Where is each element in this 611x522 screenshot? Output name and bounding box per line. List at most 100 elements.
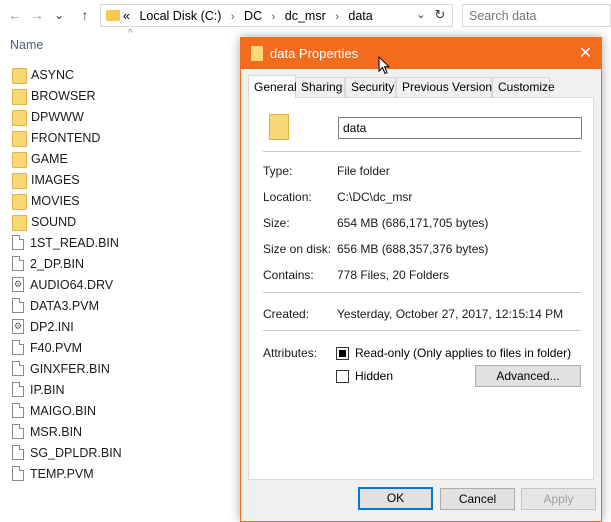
file-name: IMAGES <box>31 172 80 187</box>
file-list-item[interactable]: F40.PVM <box>12 337 242 358</box>
general-tab-page: Type: File folder Location: C:\DC\dc_msr… <box>248 97 594 480</box>
size-value: 654 MB (686,171,705 bytes) <box>337 216 489 230</box>
file-list-item[interactable]: MSR.BIN <box>12 421 242 442</box>
cancel-button[interactable]: Cancel <box>440 488 515 510</box>
refresh-icon[interactable]: ↻ <box>432 7 448 23</box>
location-value: C:\DC\dc_msr <box>337 190 413 204</box>
close-icon[interactable]: ✕ <box>570 38 601 69</box>
file-list-item[interactable]: 1ST_READ.BIN <box>12 232 242 253</box>
created-label: Created: <box>263 307 310 321</box>
search-input[interactable] <box>463 5 610 26</box>
readonly-checkbox[interactable] <box>336 347 349 360</box>
apply-button[interactable]: Apply <box>521 488 596 510</box>
contains-label: Contains: <box>263 268 314 282</box>
file-list-item[interactable]: IP.BIN <box>12 379 242 400</box>
type-label: Type: <box>263 164 293 178</box>
up-arrow-icon[interactable]: ↑ <box>76 5 94 25</box>
back-arrow-icon[interactable]: ← <box>6 5 24 25</box>
settings-file-icon <box>12 319 24 334</box>
file-list-item[interactable]: SG_DPLDR.BIN <box>12 442 242 463</box>
location-label: Location: <box>263 190 312 204</box>
tab-customize[interactable]: Customize <box>492 77 555 97</box>
file-list-item[interactable]: FRONTEND <box>12 127 242 148</box>
file-icon <box>12 382 24 397</box>
attributes-label: Attributes: <box>263 346 318 360</box>
folder-icon <box>251 46 263 61</box>
file-list-item[interactable]: AUDIO64.DRV <box>12 274 242 295</box>
file-icon <box>12 424 24 439</box>
file-list-item[interactable]: 2_DP.BIN <box>12 253 242 274</box>
file-list-item[interactable]: SOUND <box>12 211 242 232</box>
breadcrumb-item[interactable]: Local Disk (C:) <box>139 9 221 23</box>
recent-locations-chevron-icon[interactable]: ⌄ <box>50 5 68 25</box>
folder-icon <box>12 172 27 189</box>
folder-icon <box>12 109 27 126</box>
file-icon <box>12 256 24 271</box>
file-list-item[interactable]: ASYNC <box>12 64 242 85</box>
breadcrumb-item[interactable]: dc_msr <box>285 9 326 23</box>
file-icon <box>12 235 24 250</box>
folder-icon <box>12 151 27 168</box>
file-icon <box>12 466 24 481</box>
tab-sharing[interactable]: Sharing <box>295 77 345 97</box>
breadcrumb-item[interactable]: DC <box>244 9 262 23</box>
breadcrumb-separator-icon[interactable]: › <box>272 11 276 23</box>
file-name: MAIGO.BIN <box>30 403 96 418</box>
folder-icon <box>12 214 27 231</box>
properties-dialog: data Properties ✕ General Sharing Securi… <box>240 37 602 522</box>
file-list-item[interactable]: DPWWW <box>12 106 242 127</box>
file-list-item[interactable]: GINXFER.BIN <box>12 358 242 379</box>
advanced-button[interactable]: Advanced... <box>475 365 581 387</box>
file-name: FRONTEND <box>31 130 101 145</box>
file-name: MSR.BIN <box>30 424 83 439</box>
tab-previous-versions[interactable]: Previous Versions <box>396 77 498 97</box>
file-name: DATA3.PVM <box>30 298 99 313</box>
divider <box>263 330 581 331</box>
file-name: GAME <box>31 151 68 166</box>
file-icon <box>12 361 24 376</box>
breadcrumb-separator-icon[interactable]: › <box>335 11 339 23</box>
folder-icon <box>12 193 27 210</box>
file-icon <box>12 340 24 355</box>
search-box[interactable] <box>462 4 611 27</box>
file-list-item[interactable]: TEMP.PVM <box>12 463 242 484</box>
tab-general[interactable]: General <box>248 75 297 98</box>
file-list-item[interactable]: DATA3.PVM <box>12 295 242 316</box>
size-on-disk-label: Size on disk: <box>263 242 332 256</box>
file-icon <box>12 403 24 418</box>
file-list-item[interactable]: MOVIES <box>12 190 242 211</box>
address-dropdown-icon[interactable]: ⌄ <box>414 8 428 21</box>
file-list-item[interactable]: GAME <box>12 148 242 169</box>
file-name: BROWSER <box>31 88 96 103</box>
file-list: ASYNC BROWSER DPWWW FRONTEND GAME IMAGES MOVIE… <box>12 64 242 484</box>
ok-button[interactable]: OK <box>358 487 433 510</box>
file-list-item[interactable]: MAIGO.BIN <box>12 400 242 421</box>
address-bar[interactable]: « Local Disk (C:) › DC › dc_msr › data ⌄… <box>100 4 453 27</box>
file-name: 1ST_READ.BIN <box>30 235 119 250</box>
file-name: 2_DP.BIN <box>30 256 84 271</box>
file-name: GINXFER.BIN <box>30 361 110 376</box>
folder-icon <box>12 130 27 147</box>
created-value: Yesterday, October 27, 2017, 12:15:14 PM <box>337 307 564 321</box>
breadcrumb-separator-icon[interactable]: › <box>231 11 235 23</box>
hidden-checkbox[interactable] <box>336 370 349 383</box>
file-name: DP2.INI <box>30 319 74 334</box>
file-list-item[interactable]: IMAGES <box>12 169 242 190</box>
size-label: Size: <box>263 216 290 230</box>
folder-name-field[interactable] <box>338 117 582 139</box>
tab-security[interactable]: Security <box>345 77 396 97</box>
file-name: ASYNC <box>31 67 75 82</box>
file-name: DPWWW <box>31 109 84 124</box>
file-name: IP.BIN <box>30 382 65 397</box>
breadcrumb-overflow[interactable]: « <box>123 9 130 23</box>
sort-ascending-icon: ^ <box>128 28 133 39</box>
file-list-item[interactable]: DP2.INI <box>12 316 242 337</box>
breadcrumb-item[interactable]: data <box>348 9 372 23</box>
file-list-item[interactable]: BROWSER <box>12 85 242 106</box>
file-icon <box>12 298 24 313</box>
contains-value: 778 Files, 20 Folders <box>337 268 450 282</box>
forward-arrow-icon[interactable]: → <box>28 5 46 25</box>
dialog-titlebar[interactable]: data Properties ✕ <box>241 38 601 69</box>
name-column-header[interactable]: Name <box>10 38 43 52</box>
